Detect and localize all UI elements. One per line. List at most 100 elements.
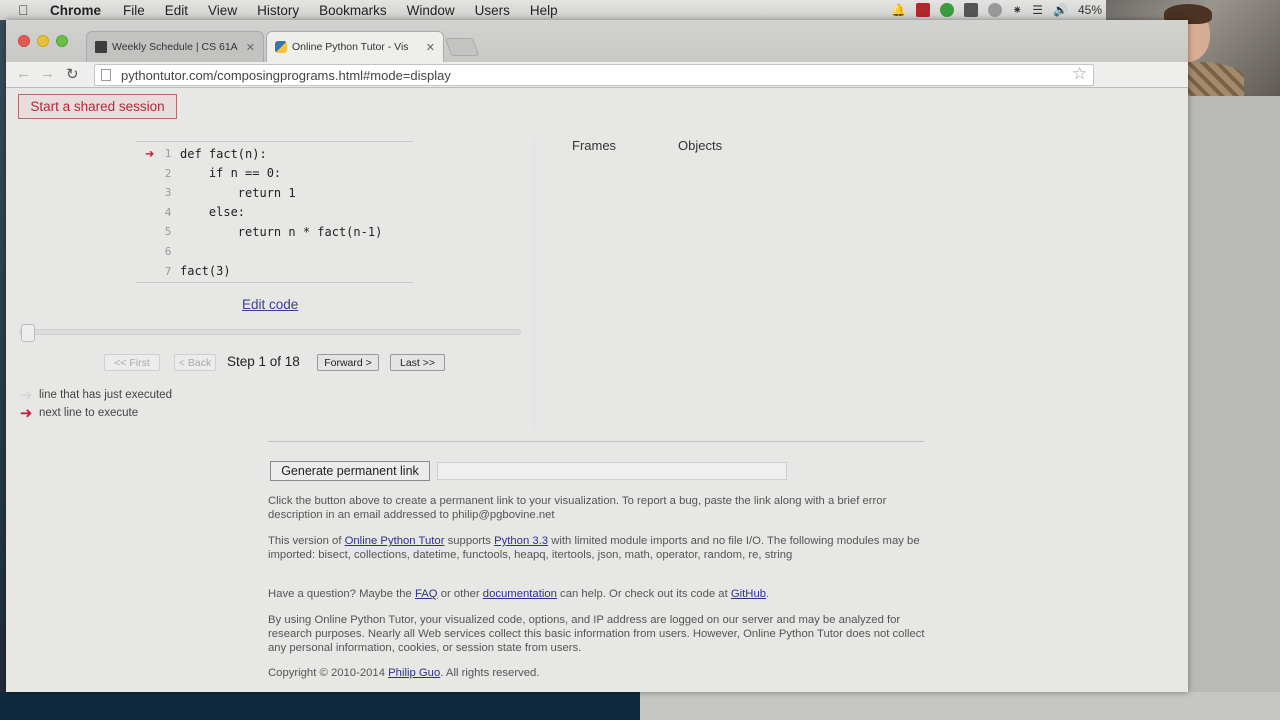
bookmark-star-icon[interactable]: ☆ — [1072, 64, 1087, 84]
permalink-field[interactable] — [437, 462, 787, 480]
code-text: if n == 0: — [180, 166, 282, 181]
documentation-link[interactable]: documentation — [483, 588, 557, 600]
step-slider-handle[interactable] — [21, 324, 35, 342]
generate-permanent-link-button[interactable]: Generate permanent link — [270, 461, 430, 481]
menu-history[interactable]: History — [257, 3, 299, 18]
app-status-icon[interactable] — [916, 3, 931, 17]
step-counter: Step 1 of 18 — [227, 354, 300, 369]
next-arrow-icon: ➜ — [19, 405, 33, 422]
menu-users[interactable]: Users — [475, 3, 510, 18]
tab-strip: Weekly Schedule | CS 61A ✕ Online Python… — [6, 20, 1188, 62]
legend-executed: ➜ line that has just executed — [16, 387, 172, 404]
code-text: return n * fact(n-1) — [180, 224, 383, 239]
window-maximize-button[interactable] — [56, 35, 68, 47]
code-text: return 1 — [180, 185, 296, 200]
favicon-icon — [95, 41, 107, 53]
menu-edit[interactable]: Edit — [165, 3, 188, 18]
line-number: 1 — [164, 147, 172, 160]
text-span: . All rights reserved. — [440, 667, 540, 679]
window-minimize-button[interactable] — [37, 35, 49, 47]
battery-percent[interactable]: 45% — [1078, 3, 1102, 17]
executed-arrow-icon: ➜ — [19, 387, 33, 404]
line-number: 7 — [164, 264, 172, 278]
wifi-icon[interactable]: ☰ — [1032, 3, 1043, 17]
line-number: 6 — [164, 245, 172, 258]
browser-window: Weekly Schedule | CS 61A ✕ Online Python… — [6, 20, 1188, 692]
text-span: or other — [437, 588, 483, 600]
viz-divider — [534, 139, 535, 429]
address-bar[interactable]: pythontutor.com/composingprograms.html#m… — [94, 64, 1094, 86]
objects-header: Objects — [678, 138, 723, 153]
legend-next: ➜ next line to execute — [16, 405, 139, 422]
text-span: Copyright © 2010-2014 — [268, 667, 389, 679]
line-number: 4 — [164, 205, 172, 219]
text-span: . — [766, 588, 770, 600]
tab-python-tutor[interactable]: Online Python Tutor - Vis ✕ — [266, 31, 444, 62]
current-line-arrow-icon: ➜ — [144, 144, 154, 163]
step-slider[interactable] — [19, 329, 521, 335]
section-divider — [268, 441, 924, 442]
forward-arrow-icon[interactable]: → — [40, 65, 55, 82]
menu-file[interactable]: File — [123, 3, 145, 18]
code-line: ➜ 1 def fact(n): — [136, 144, 413, 163]
text-span: supports — [444, 535, 495, 547]
faq-link[interactable]: FAQ — [415, 588, 438, 600]
text-span: This version of — [268, 535, 345, 547]
new-tab-button[interactable] — [444, 38, 480, 56]
code-text: def fact(n): — [180, 146, 267, 161]
legend-next-text: next line to execute — [39, 407, 139, 419]
reload-icon[interactable]: ↻ — [66, 65, 79, 83]
edit-code-link[interactable]: Edit code — [242, 297, 298, 312]
back-button[interactable]: < Back — [174, 354, 216, 371]
permalink-info-text: Click the button above to create a perma… — [268, 495, 887, 521]
menu-help[interactable]: Help — [530, 3, 558, 18]
time-machine-icon[interactable] — [988, 3, 1003, 17]
code-text: fact(3) — [180, 264, 231, 279]
background-window-bottom — [640, 692, 1280, 720]
menu-bookmarks[interactable]: Bookmarks — [319, 3, 387, 18]
url-text: pythontutor.com/composingprograms.html#m… — [121, 67, 451, 83]
author-link[interactable]: Philip Guo — [388, 667, 440, 679]
first-button[interactable]: << First — [104, 354, 160, 371]
code-line: 4 else: — [136, 203, 413, 222]
volume-icon[interactable]: 🔊 — [1053, 3, 1068, 17]
menu-app-name[interactable]: Chrome — [50, 3, 101, 18]
notification-bell-icon[interactable]: 🔔 — [891, 3, 906, 17]
window-close-button[interactable] — [18, 35, 30, 47]
apple-icon[interactable]:  — [18, 2, 36, 18]
tab-close-icon[interactable]: ✕ — [246, 41, 255, 54]
background-window — [1188, 96, 1280, 720]
code-line: 5 return n * fact(n-1) — [136, 222, 413, 241]
tab-weekly-schedule[interactable]: Weekly Schedule | CS 61A ✕ — [86, 31, 264, 62]
online-python-tutor-link[interactable]: Online Python Tutor — [345, 535, 445, 547]
last-button[interactable]: Last >> — [390, 354, 445, 371]
text-span: Have a question? Maybe the — [268, 588, 415, 600]
menu-view[interactable]: View — [208, 3, 237, 18]
browser-toolbar: ← → ↻ pythontutor.com/composingprograms.… — [6, 62, 1188, 88]
tab-title: Online Python Tutor - Vis — [292, 41, 409, 53]
code-bottom-rule — [136, 282, 413, 283]
mac-menubar:  Chrome File Edit View History Bookmark… — [0, 0, 1280, 20]
code-line: 3 return 1 — [136, 183, 413, 202]
github-link[interactable]: GitHub — [731, 588, 766, 600]
line-number: 5 — [164, 225, 172, 239]
copyright-text: Copyright © 2010-2014 Philip Guo. All ri… — [268, 666, 930, 680]
code-line: 2 if n == 0: — [136, 164, 413, 183]
help-text: Have a question? Maybe the FAQ or other … — [268, 587, 930, 601]
python-favicon-icon — [275, 41, 287, 53]
tab-close-icon[interactable]: ✕ — [426, 41, 435, 54]
page-icon — [101, 69, 111, 81]
sync-status-icon[interactable] — [940, 3, 955, 17]
python-33-link[interactable]: Python 3.3 — [494, 535, 548, 547]
back-arrow-icon[interactable]: ← — [16, 65, 31, 82]
clipboard-icon[interactable] — [964, 3, 979, 17]
code-line: 7 fact(3) — [136, 262, 413, 281]
desktop-strip — [0, 692, 640, 720]
line-number: 2 — [164, 166, 172, 180]
frames-header: Frames — [572, 138, 617, 153]
menu-window[interactable]: Window — [407, 3, 455, 18]
bluetooth-icon[interactable]: ⁕ — [1012, 3, 1022, 17]
start-shared-session-button[interactable]: Start a shared session — [18, 94, 177, 119]
code-text: else: — [180, 205, 246, 220]
forward-button[interactable]: Forward > — [317, 354, 379, 371]
